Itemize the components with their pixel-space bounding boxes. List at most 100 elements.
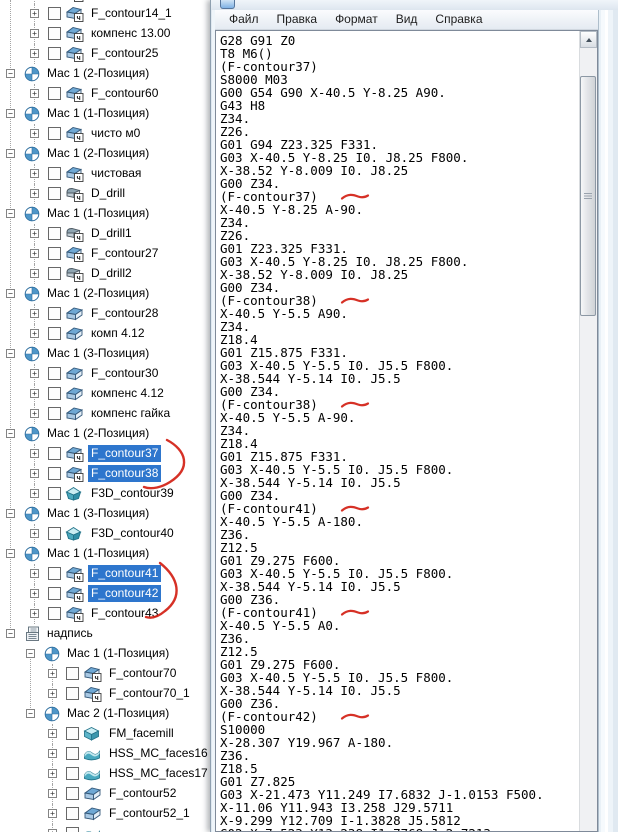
tree-row-label[interactable]: F_contour28 [88, 305, 161, 322]
expand-icon[interactable]: + [30, 189, 39, 198]
collapse-icon[interactable]: − [6, 349, 15, 358]
tree-row-label[interactable]: чисто м0 [88, 125, 143, 142]
tree-row-label[interactable]: F_contour52_1 [106, 805, 193, 822]
tree-row-label[interactable]: Мас 1 (2-Позиция) [44, 145, 152, 162]
expand-icon[interactable]: + [30, 249, 39, 258]
expand-icon[interactable]: + [30, 129, 39, 138]
expand-icon[interactable]: + [30, 569, 39, 578]
expand-icon[interactable]: + [30, 529, 39, 538]
operation-checkbox[interactable] [48, 167, 61, 180]
operation-checkbox[interactable] [48, 47, 61, 60]
collapse-icon[interactable]: − [6, 429, 15, 438]
collapse-icon[interactable]: − [6, 209, 15, 218]
expand-icon[interactable]: + [30, 409, 39, 418]
tree-row-label[interactable]: D_drill2 [88, 265, 135, 282]
tree-row-label[interactable]: F_contour37 [88, 445, 162, 462]
tree-row-label[interactable]: F3D_contour39 [88, 485, 177, 502]
operation-checkbox[interactable] [48, 367, 61, 380]
tree-row-label[interactable]: F_contour25 [88, 45, 161, 62]
expand-icon[interactable]: + [30, 89, 39, 98]
operation-checkbox[interactable] [66, 767, 79, 780]
collapse-icon[interactable]: − [6, 109, 15, 118]
expand-icon[interactable]: + [48, 689, 57, 698]
operation-checkbox[interactable] [66, 787, 79, 800]
tree-row-label[interactable]: Мас 1 (2-Позиция) [44, 65, 152, 82]
tree-row-label[interactable]: компенс 13.00 [88, 25, 173, 42]
menu-item[interactable]: Правка [268, 10, 327, 29]
operation-checkbox[interactable] [66, 747, 79, 760]
expand-icon[interactable]: + [48, 789, 57, 798]
tree-row-label[interactable]: Мас 1 (2-Позиция) [44, 425, 152, 442]
tree-row-label[interactable]: Мас 1 (2-Позиция) [44, 285, 152, 302]
expand-icon[interactable]: + [48, 729, 57, 738]
operation-checkbox[interactable] [48, 27, 61, 40]
collapse-icon[interactable]: − [6, 149, 15, 158]
expand-icon[interactable]: + [30, 609, 39, 618]
tree-row-label[interactable]: F_contour52 [106, 785, 179, 802]
expand-icon[interactable]: + [30, 229, 39, 238]
tree-row-label[interactable]: F_contour70 [106, 665, 179, 682]
collapse-icon[interactable]: − [6, 629, 15, 638]
expand-icon[interactable]: + [30, 469, 39, 478]
scrollbar-up-button[interactable] [580, 31, 597, 48]
menu-item[interactable]: Файл [220, 10, 268, 29]
tree-row-label[interactable]: F_contour14_1 [88, 5, 175, 22]
expand-icon[interactable]: + [30, 169, 39, 178]
expand-icon[interactable]: + [48, 669, 57, 678]
tree-row-label[interactable] [106, 825, 112, 827]
tree-row-label[interactable]: F_contour30 [88, 365, 161, 382]
tree-row-label[interactable]: F_contour41 [88, 565, 162, 582]
expand-icon[interactable]: + [30, 49, 39, 58]
operation-checkbox[interactable] [48, 307, 61, 320]
operation-checkbox[interactable] [48, 447, 61, 460]
tree-row-label[interactable]: Мас 1 (1-Позиция) [44, 105, 152, 122]
expand-icon[interactable]: + [30, 589, 39, 598]
tree-row-label[interactable]: Мас 1 (1-Позиция) [64, 645, 172, 662]
operation-checkbox[interactable] [48, 127, 61, 140]
tree-row-label[interactable]: Мас 1 (3-Позиция) [44, 505, 152, 522]
expand-icon[interactable]: + [30, 269, 39, 278]
vertical-scrollbar[interactable] [579, 31, 597, 831]
tree-row-label[interactable]: компенс 4.12 [88, 385, 167, 402]
expand-icon[interactable]: + [30, 29, 39, 38]
tree-row-label[interactable]: F_contour70_1 [106, 685, 193, 702]
operation-checkbox[interactable] [48, 7, 61, 20]
tree-row-label[interactable]: чистовая [88, 165, 144, 182]
expand-icon[interactable]: + [48, 809, 57, 818]
operation-checkbox[interactable] [48, 467, 61, 480]
tree-row-label[interactable]: HSS_MC_faces17 [106, 765, 211, 782]
operation-checkbox[interactable] [48, 527, 61, 540]
operation-checkbox[interactable] [48, 587, 61, 600]
tree-row-label[interactable]: Мас 1 (1-Позиция) [44, 545, 152, 562]
tree-row-label[interactable]: F_contour43 [88, 605, 161, 622]
operation-checkbox[interactable] [48, 607, 61, 620]
tree-row-label[interactable]: комп 4.12 [88, 325, 148, 342]
gcode-text-area[interactable]: G28 G91 Z0 T8 M6() (F-contour37) S8000 M03 G… [216, 31, 579, 831]
operation-checkbox[interactable] [48, 87, 61, 100]
operation-checkbox[interactable] [66, 827, 79, 832]
tree-row-label[interactable]: Мас 2 (1-Позиция) [64, 705, 172, 722]
operation-checkbox[interactable] [48, 487, 61, 500]
operation-checkbox[interactable] [48, 327, 61, 340]
expand-icon[interactable]: + [30, 389, 39, 398]
expand-icon[interactable]: + [30, 449, 39, 458]
collapse-icon[interactable]: − [26, 709, 35, 718]
collapse-icon[interactable]: − [26, 649, 35, 658]
expand-icon[interactable]: + [30, 9, 39, 18]
menu-item[interactable]: Формат [326, 10, 387, 29]
operation-checkbox[interactable] [48, 187, 61, 200]
operation-checkbox[interactable] [66, 727, 79, 740]
operation-checkbox[interactable] [48, 567, 61, 580]
collapse-icon[interactable]: − [6, 289, 15, 298]
operation-checkbox[interactable] [48, 407, 61, 420]
operation-checkbox[interactable] [66, 667, 79, 680]
collapse-icon[interactable]: − [6, 69, 15, 78]
tree-row-label[interactable]: F_contour60 [88, 85, 161, 102]
tree-row-label[interactable]: F_contour27 [88, 245, 161, 262]
operation-checkbox[interactable] [48, 267, 61, 280]
tree-row-label[interactable]: надпись [44, 625, 96, 642]
tree-row-label[interactable]: F_contour38 [88, 465, 162, 482]
scrollbar-thumb[interactable] [580, 76, 596, 316]
tree-row-label[interactable]: D_drill1 [88, 225, 135, 242]
operation-checkbox[interactable] [66, 807, 79, 820]
